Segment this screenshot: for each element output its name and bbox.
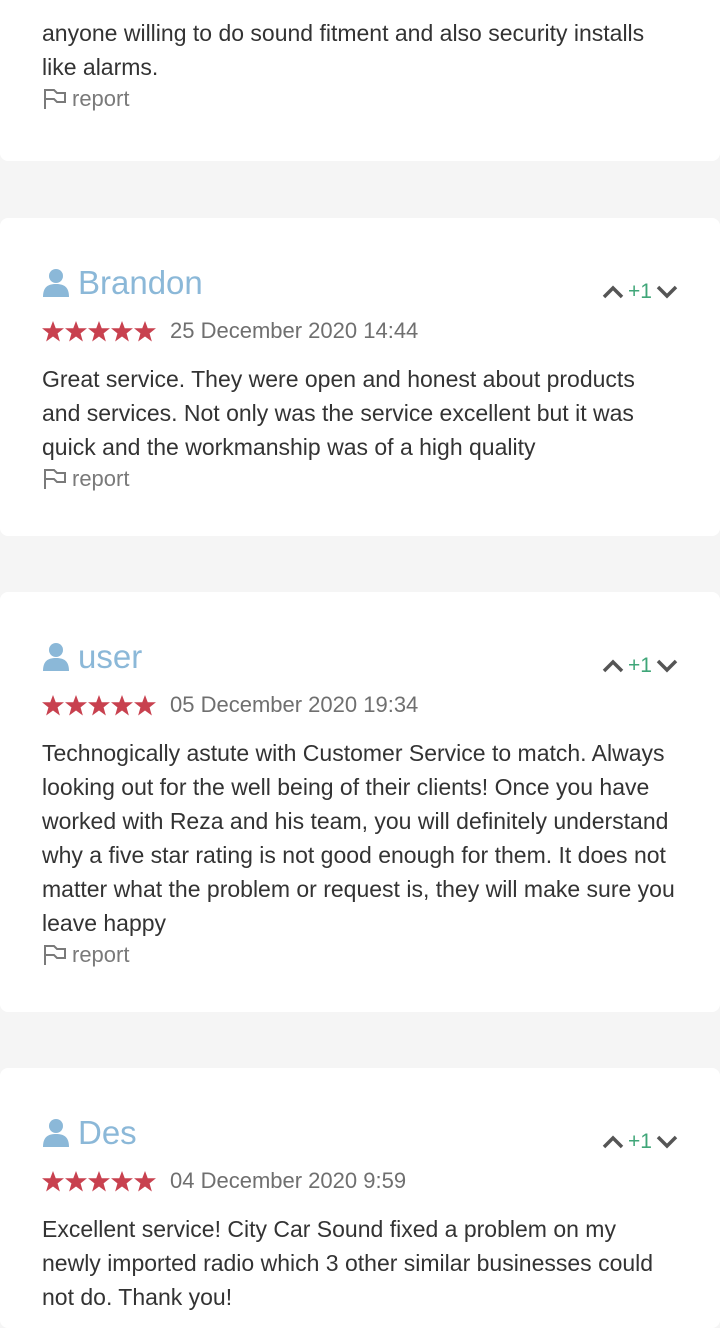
review-text: Technogically astute with Customer Servi… — [42, 740, 675, 936]
review-card: anyone willing to do sound fitment and a… — [0, 0, 720, 161]
report-link[interactable]: report — [42, 466, 678, 492]
user-name: user — [78, 638, 143, 675]
review-date: 05 December 2020 19:34 — [170, 692, 419, 717]
flag-icon — [44, 469, 66, 489]
report-label: report — [72, 466, 130, 491]
review-date: 04 December 2020 9:59 — [170, 1168, 407, 1193]
vote-count: +1 — [628, 654, 652, 677]
user-icon — [43, 1119, 69, 1147]
review-date: 25 December 2020 14:44 — [170, 318, 419, 343]
review-author[interactable]: Des — [42, 1114, 678, 1152]
star-icon — [65, 1170, 87, 1192]
star-rating — [42, 320, 156, 342]
star-icon — [42, 694, 64, 716]
user-name: Des — [78, 1114, 137, 1151]
review-text: anyone willing to do sound fitment and a… — [42, 20, 645, 80]
review-card: Brandon +1 25 December 2020 14:44 Great … — [0, 218, 720, 536]
review-card: Des +1 04 December 2020 9:59 Excellent s… — [0, 1068, 720, 1328]
chevron-up-icon[interactable] — [602, 285, 624, 299]
vote-controls: +1 — [602, 280, 678, 304]
review-card: user +1 05 December 2020 19:34 Technogic… — [0, 592, 720, 1012]
report-label: report — [72, 86, 130, 111]
star-rating — [42, 1170, 156, 1192]
report-link[interactable]: report — [42, 942, 678, 968]
flag-icon — [44, 945, 66, 965]
review-author[interactable]: Brandon — [42, 264, 678, 302]
report-label: report — [72, 942, 130, 967]
star-icon — [42, 320, 64, 342]
user-name: Brandon — [78, 264, 203, 301]
vote-count: +1 — [628, 280, 652, 303]
review-author[interactable]: user — [42, 638, 678, 676]
vote-controls: +1 — [602, 654, 678, 678]
star-icon — [65, 320, 87, 342]
review-text: Great service. They were open and honest… — [42, 366, 635, 460]
report-link[interactable]: report — [42, 86, 678, 112]
star-rating — [42, 694, 156, 716]
vote-count: +1 — [628, 1130, 652, 1153]
chevron-up-icon[interactable] — [602, 659, 624, 673]
user-icon — [43, 269, 69, 297]
star-icon — [42, 1170, 64, 1192]
chevron-up-icon[interactable] — [602, 1135, 624, 1149]
star-icon — [134, 1170, 156, 1192]
vote-controls: +1 — [602, 1130, 678, 1154]
star-icon — [88, 694, 110, 716]
star-icon — [111, 694, 133, 716]
star-icon — [88, 320, 110, 342]
star-icon — [134, 320, 156, 342]
star-icon — [111, 1170, 133, 1192]
chevron-down-icon[interactable] — [656, 285, 678, 299]
chevron-down-icon[interactable] — [656, 659, 678, 673]
star-icon — [134, 694, 156, 716]
flag-icon — [44, 89, 66, 109]
star-icon — [88, 1170, 110, 1192]
chevron-down-icon[interactable] — [656, 1135, 678, 1149]
review-text: Excellent service! City Car Sound fixed … — [42, 1216, 654, 1310]
star-icon — [111, 320, 133, 342]
star-icon — [65, 694, 87, 716]
user-icon — [43, 643, 69, 671]
